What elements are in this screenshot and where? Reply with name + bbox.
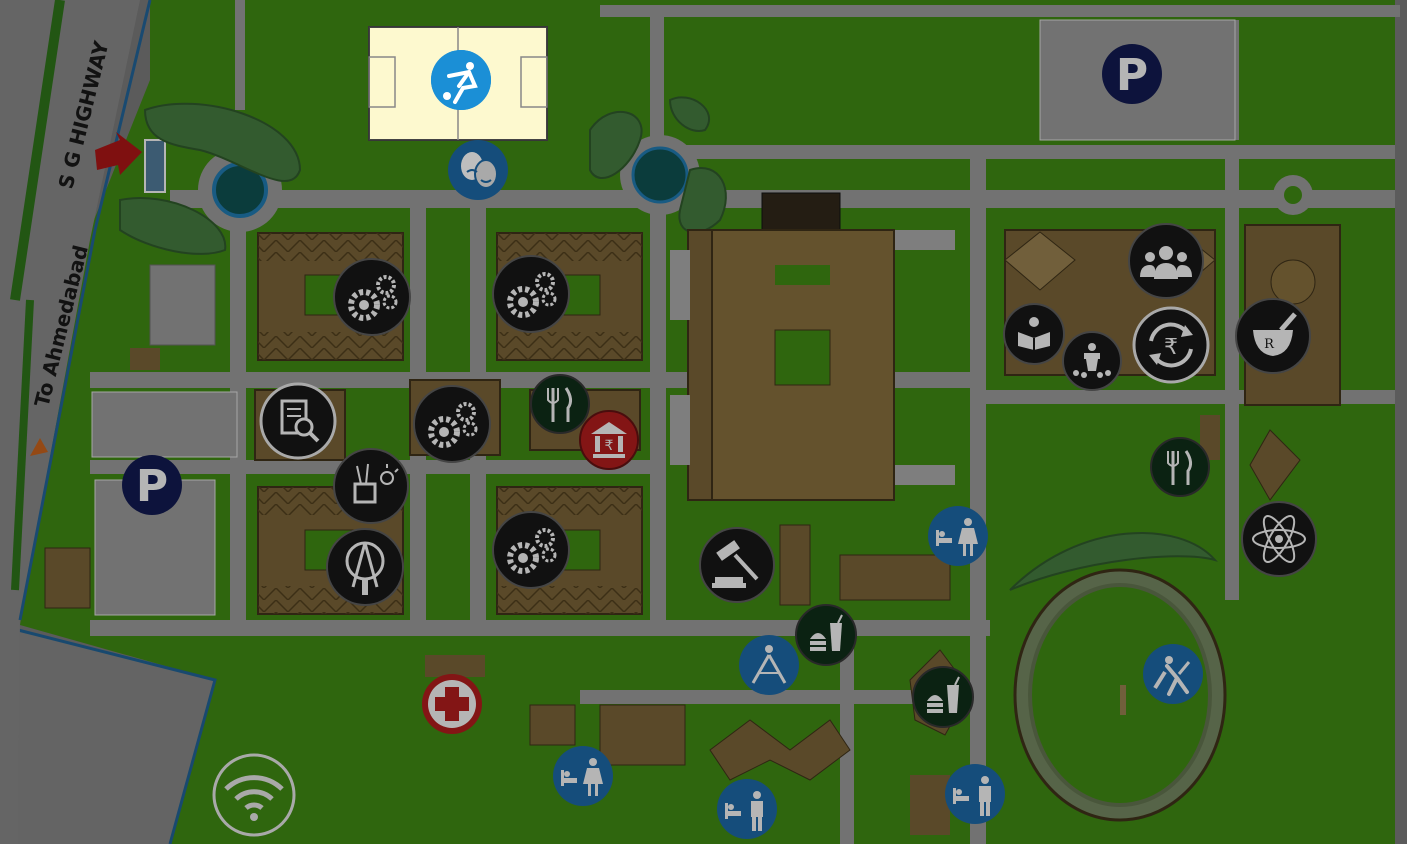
campus-map[interactable]: S G HIGHWAY To Ahmedabad	[0, 0, 1407, 844]
highlight-pin-repeat	[431, 50, 491, 110]
dim-overlay	[0, 0, 1407, 844]
